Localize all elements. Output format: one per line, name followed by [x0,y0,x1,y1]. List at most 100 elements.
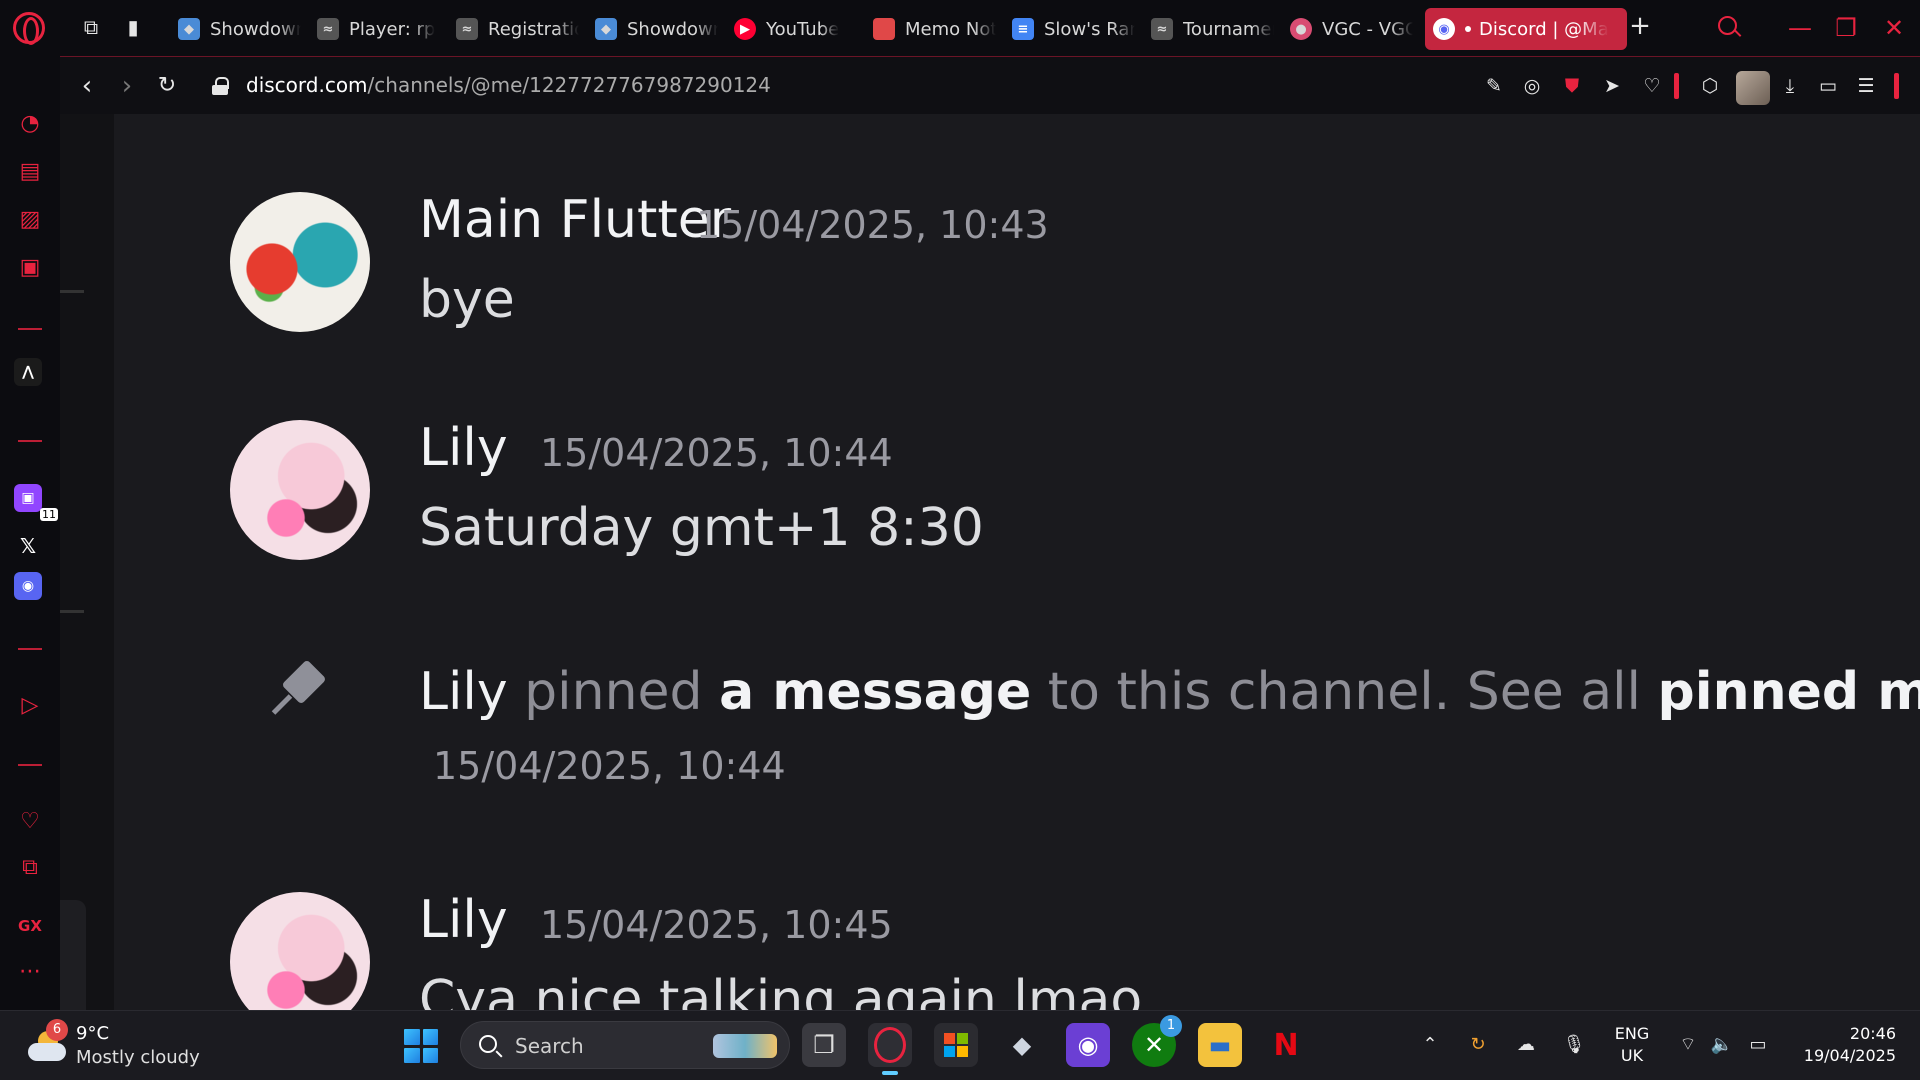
x-twitter-icon[interactable]: 𝕏 [14,532,42,560]
opera-menu-icon[interactable] [13,12,45,45]
system-pin-message: Lily pinned a message to this channel. S… [419,662,1920,722]
profile-avatar[interactable] [1736,71,1770,105]
twitch-count-badge: 11 [40,508,58,521]
extensions-cube-icon[interactable]: ⬡ [1696,72,1724,100]
microsoft-store-icon[interactable] [934,1023,978,1067]
sidebar-separator [18,764,42,766]
edit-page-icon[interactable]: ✎ [1480,72,1508,100]
tab-vgc[interactable]: ● VGC - VGC [1282,8,1421,50]
opera-gx-taskbar-icon[interactable] [868,1023,912,1075]
vgc-icon: ● [1290,18,1312,40]
battery-saver-icon[interactable]: ▭ [1814,72,1842,100]
xbox-icon[interactable]: ✕ 1 [1132,1015,1182,1067]
page-content: Main Flutter 15/04/2025, 10:43 bye Lily … [60,114,1920,1010]
wifi-icon[interactable]: ⌔ [1674,1031,1702,1059]
snapshot-icon[interactable]: ◎ [1518,72,1546,100]
lock-icon[interactable] [212,77,229,95]
speed-dial-icon[interactable]: ◔ [14,108,46,140]
tab-showdown-2[interactable]: ◆Showdown! [587,8,726,50]
forward-button[interactable]: › [112,71,142,101]
search-highlight-icon [713,1034,777,1058]
workspaces-icon[interactable]: ⧉ [78,14,104,40]
system-clock[interactable]: 20:46 19/04/2025 [1790,1023,1896,1067]
proton-vpn-icon[interactable]: ◉ [1066,1023,1110,1067]
favorite-heart-icon[interactable]: ♡ [1638,72,1666,100]
tray-overflow-chevron-icon[interactable]: ⌃ [1416,1031,1444,1059]
gx-corner-icon[interactable]: GX [14,910,46,942]
server-indicator [60,610,84,613]
cpu-limiter-icon[interactable]: ▣ [14,252,46,284]
cleaner-icon[interactable]: ▤ [14,156,46,188]
page-icon[interactable]: ▮ [120,14,146,40]
easy-setup-icon[interactable]: ☰ [1852,72,1880,100]
restore-button[interactable]: ❐ [1826,8,1866,48]
search-label: Search [515,1034,584,1058]
message-author[interactable]: Lily [419,662,508,722]
message-author[interactable]: Main Flutter [419,190,731,250]
task-view-icon[interactable]: ❐ [802,1023,846,1067]
tab-showdown-1[interactable]: ◆Showdown! [170,8,309,50]
message-text: Cya nice talking again lmao [419,970,1143,1010]
aria-icon[interactable]: ⋀ [14,358,42,386]
showdown-icon: ◆ [178,18,200,40]
roblox-icon[interactable]: ◆ [1000,1023,1044,1067]
tab-memo[interactable]: Memo Notes [865,8,1004,50]
tabs-icon[interactable]: ⧉ [14,852,46,884]
more-icon[interactable]: ⋯ [14,956,46,988]
start-button[interactable] [404,1029,438,1063]
tab-slows-rankings[interactable]: ≡Slow's Rankings [1004,8,1143,50]
guild-scrollbar[interactable] [60,900,86,1010]
tab-youtube[interactable]: ▶ YouTube [726,8,865,50]
pinned-message-link[interactable]: a message [719,662,1031,722]
adblock-shield-icon[interactable]: ⛊ [1558,72,1586,100]
minimize-button[interactable]: — [1780,8,1820,48]
tab-discord[interactable]: ◉ Discord | @Ma [1425,8,1627,50]
language-indicator[interactable]: ENG UK [1612,1023,1652,1067]
message-author[interactable]: Lily [419,890,508,950]
microphone-icon[interactable]: 🎙 [1560,1031,1588,1059]
new-tab-button[interactable]: + [1626,12,1654,40]
player-icon[interactable]: ▷ [14,690,46,722]
netflix-icon[interactable]: N [1264,1023,1308,1067]
download-icon[interactable]: ⤓ [1776,72,1804,100]
twitch-icon[interactable]: ▣ [14,484,42,512]
divider [1894,73,1899,99]
tab-player[interactable]: ≈ Player: rp [309,8,448,50]
volume-icon[interactable]: 🔈 [1708,1031,1736,1059]
avatar-lily[interactable] [230,892,370,1010]
weather-temperature[interactable]: 9°C [76,1023,109,1044]
tab-search-icon[interactable] [1716,14,1744,42]
audio-dot-icon [1465,26,1471,32]
battery-icon[interactable]: ▭ [1744,1031,1772,1059]
avatar-lily[interactable] [230,420,370,560]
message-timestamp: 15/04/2025, 10:44 [433,744,786,788]
taskbar-search[interactable]: Search [460,1021,790,1069]
tab-tournament[interactable]: ≈Tournament [1143,8,1282,50]
youtube-icon: ▶ [734,18,756,40]
file-explorer-icon[interactable]: ▬ [1198,1023,1242,1067]
weather-description[interactable]: Mostly cloudy [76,1047,200,1068]
browser-sidebar: ◔ ▤ ▨ ▣ ⋀ ▣ 11 𝕏 ◉ ▷ ♡ ⧉ GX ⋯ [0,56,60,1010]
limitless-icon: ≈ [317,18,339,40]
sidebar-separator [18,648,42,650]
see-pinned-messages-link[interactable]: pinned messages [1658,662,1920,722]
tab-registration[interactable]: ≈Registration [448,8,587,50]
message-timestamp: 15/04/2025, 10:45 [540,903,893,947]
url-field[interactable]: discord.com/channels/@me/122772776798729… [246,73,771,97]
message-timestamp: 15/04/2025, 10:44 [540,431,893,475]
sync-icon[interactable]: ↻ [1464,1031,1492,1059]
send-icon[interactable]: ➤ [1598,72,1626,100]
message-author[interactable]: Lily [419,418,508,478]
onedrive-icon[interactable]: ☁ [1512,1031,1540,1059]
tab-list: ◆Showdown! ≈Player: rp ≈Registration ◆Sh… [170,8,1627,50]
close-window-button[interactable]: ✕ [1874,8,1914,48]
discord-sidebar-icon[interactable]: ◉ [14,572,42,600]
message-text: Saturday gmt+1 8:30 [419,498,984,558]
bookmarks-heart-icon[interactable]: ♡ [14,806,46,838]
back-button[interactable]: ‹ [72,71,102,101]
avatar-main-flutter[interactable] [230,192,370,332]
gx-control-icon[interactable]: ▨ [14,204,46,236]
reload-button[interactable]: ↻ [152,71,182,101]
message-text: bye [419,270,515,330]
server-indicator [60,290,84,293]
